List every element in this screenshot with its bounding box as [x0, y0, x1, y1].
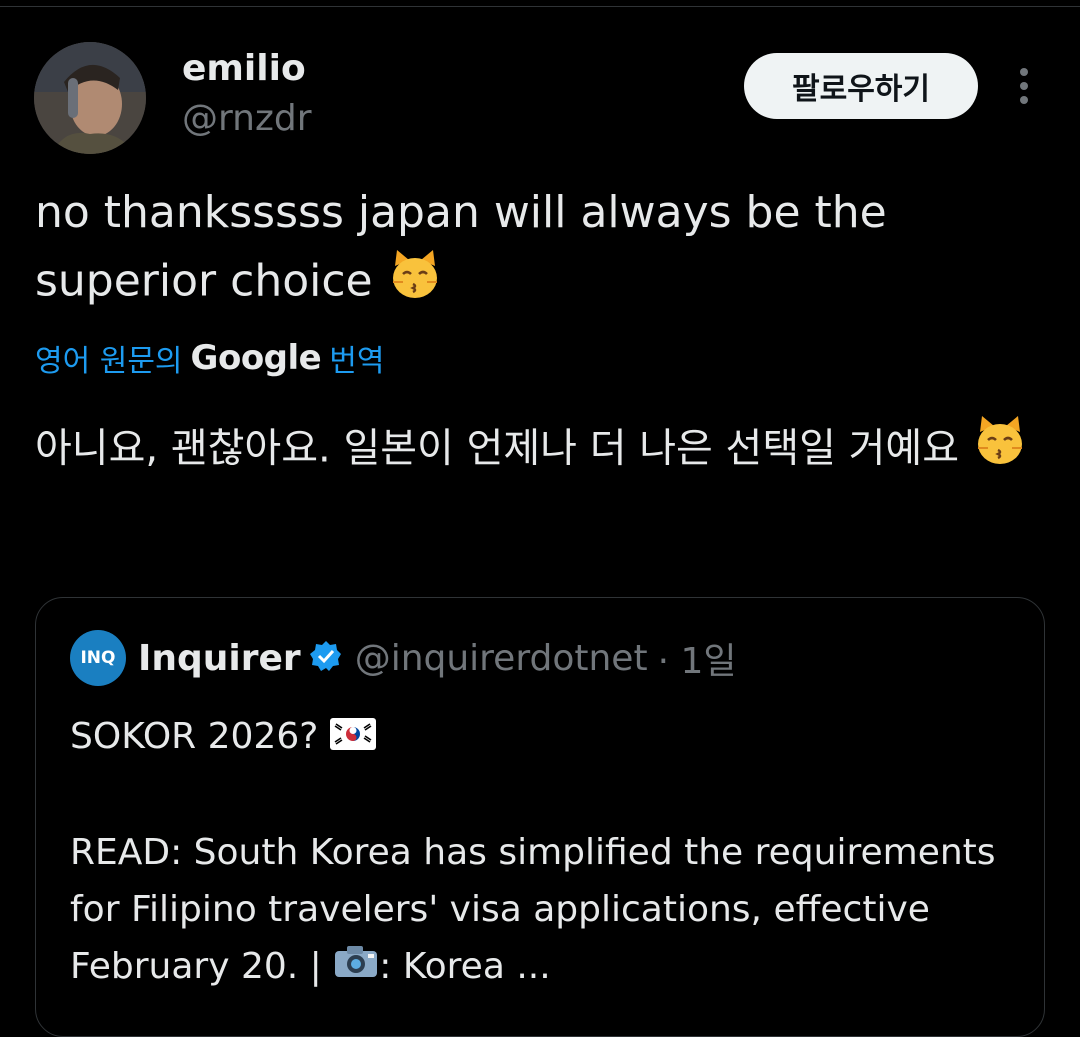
- translated-text: 아니요, 괜찮아요. 일본이 언제나 더 나은 선택일 거예요: [35, 425, 960, 472]
- user-handle[interactable]: @rnzdr: [182, 98, 312, 139]
- kissing-cat-icon: [972, 412, 1028, 489]
- tweet-text-block: no thanksssss japan will always be the s…: [35, 180, 1035, 321]
- quoted-author-handle[interactable]: @inquirerdotnet: [355, 638, 648, 679]
- avatar[interactable]: [34, 42, 146, 154]
- quoted-tweet-header: INQ Inquirer @inquirerdotnet · 1일: [70, 630, 737, 686]
- quoted-time: · 1일: [657, 641, 737, 682]
- translated-text-block: 아니요, 괜찮아요. 일본이 언제나 더 나은 선택일 거예요: [35, 412, 1035, 489]
- translation-prefix: 영어 원문의: [35, 344, 183, 379]
- more-vertical-icon[interactable]: [1010, 66, 1038, 106]
- google-logo: Google: [190, 338, 322, 378]
- quoted-line1: SOKOR 2026?: [70, 716, 319, 757]
- tweet-text: no thanksssss japan will always be the s…: [35, 187, 887, 307]
- follow-button[interactable]: 팔로우하기: [744, 53, 978, 119]
- inquirer-logo[interactable]: INQ: [70, 630, 126, 686]
- camera-icon: [333, 939, 379, 996]
- quoted-tweet-card[interactable]: INQ Inquirer @inquirerdotnet · 1일 SOKOR …: [35, 597, 1045, 1037]
- south-korea-flag-icon: [329, 710, 376, 767]
- translation-suffix: 번역: [329, 344, 385, 379]
- quoted-author-name[interactable]: Inquirer: [138, 638, 301, 679]
- avatar-photo: [34, 42, 146, 154]
- quoted-body-end: : Korea ...: [379, 945, 551, 987]
- translation-bar[interactable]: 영어 원문의 Google 번역: [35, 336, 384, 380]
- verified-badge-icon: [309, 639, 343, 677]
- top-divider: [0, 6, 1080, 7]
- display-name[interactable]: emilio: [182, 48, 306, 89]
- quoted-tweet-body: SOKOR 2026? READ: South Korea has simpli: [70, 708, 1030, 996]
- kissing-cat-icon: [387, 246, 443, 321]
